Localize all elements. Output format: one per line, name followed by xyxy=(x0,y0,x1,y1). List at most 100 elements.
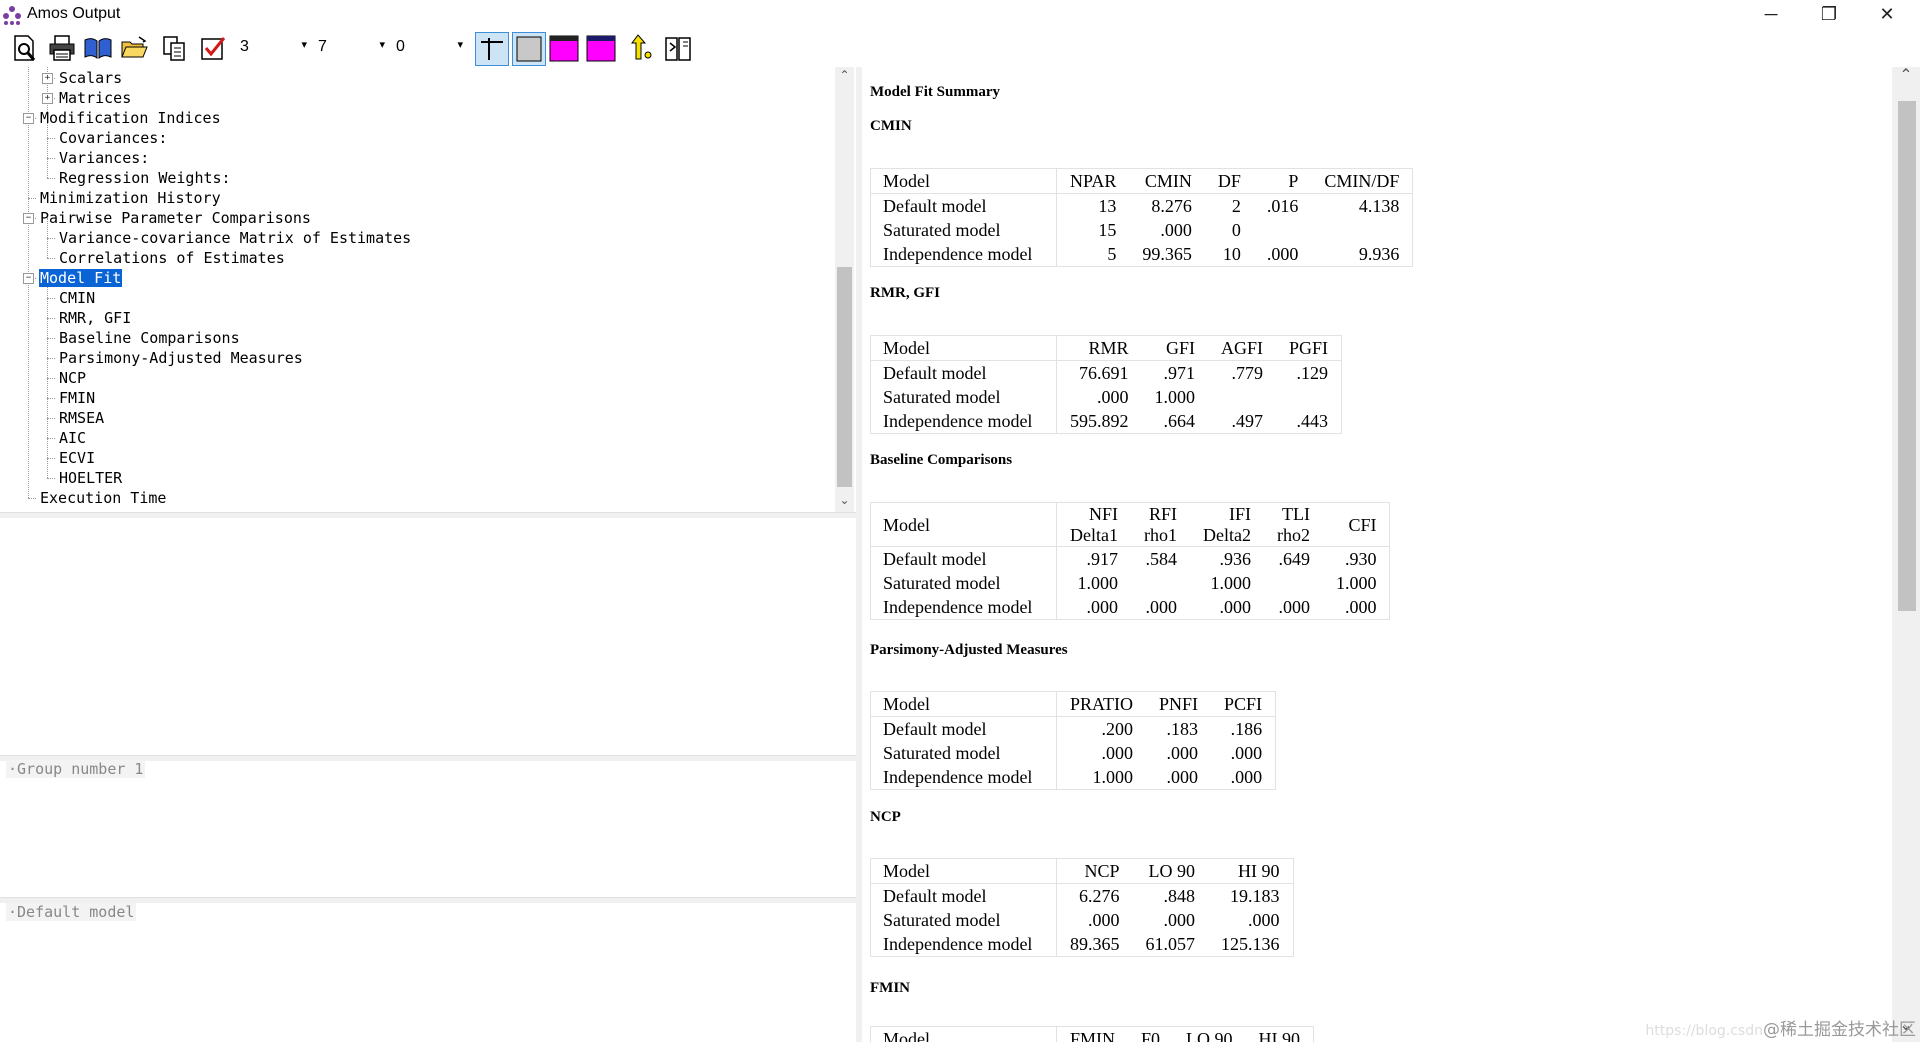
tree-item[interactable]: Correlations of Estimates xyxy=(58,248,286,268)
options-button[interactable] xyxy=(197,32,229,64)
collapse-icon[interactable]: − xyxy=(23,113,34,124)
model-name-cell: Saturated model xyxy=(870,571,1057,595)
tree-item[interactable]: Execution Time xyxy=(39,488,167,508)
value-cell: .000 xyxy=(1266,244,1299,264)
tree-item[interactable]: AIC xyxy=(58,428,87,448)
model-name-cell: Saturated model xyxy=(870,908,1057,932)
scroll-down-icon[interactable]: ⌄ xyxy=(835,492,854,509)
column-header: HI 90 xyxy=(1245,1026,1314,1042)
column-header: FMIN xyxy=(1056,1026,1129,1042)
tree-item[interactable]: Minimization History xyxy=(39,188,222,208)
tree-item[interactable]: Scalars xyxy=(58,68,123,88)
tree-item[interactable]: Covariances: xyxy=(58,128,168,148)
tree-scrollbar[interactable]: ⌃ ⌄ xyxy=(835,67,854,512)
column-header-text: P xyxy=(1288,171,1299,191)
tree-connector xyxy=(47,318,55,319)
tree-item[interactable]: RMR, GFI xyxy=(58,308,132,328)
value-cell: .000 xyxy=(1166,767,1199,787)
collapse-icon[interactable]: − xyxy=(23,273,34,284)
tree-item[interactable]: Matrices xyxy=(58,88,132,108)
tree-item[interactable]: CMIN xyxy=(58,288,96,308)
value-cell: .930 xyxy=(1344,549,1377,569)
scroll-up-icon[interactable]: ⌃ xyxy=(835,67,854,84)
column-header: DF xyxy=(1204,168,1254,194)
value-cell: .664 xyxy=(1163,411,1196,431)
fit-table: Model NPAR CMIN DF P CMIN/DF Default model 13 8.… xyxy=(870,168,1414,267)
minimize-button[interactable]: ─ xyxy=(1742,0,1800,29)
tree-item-label: Parsimony-Adjusted Measures xyxy=(59,349,303,367)
model-list-item[interactable]: ·Default model xyxy=(6,903,137,921)
value-cell: .000 xyxy=(1230,743,1263,763)
expand-icon[interactable]: + xyxy=(42,73,53,84)
model-name-cell: Independence model xyxy=(870,765,1057,790)
tree-item[interactable]: RMSEA xyxy=(58,408,105,428)
close-button[interactable]: ✕ xyxy=(1858,0,1916,29)
tree-connector xyxy=(28,198,36,199)
column-width-combo[interactable]: 7 ▾ xyxy=(314,35,388,59)
group-list-item[interactable]: ·Group number 1 xyxy=(6,760,146,778)
tree-connector xyxy=(47,258,55,259)
table-rules-icon xyxy=(481,38,503,60)
value-cell: .200 xyxy=(1101,719,1134,739)
tree-item[interactable]: NCP xyxy=(58,368,87,388)
maximize-button[interactable]: ❐ xyxy=(1800,0,1858,29)
tree-item[interactable]: Variances: xyxy=(58,148,150,168)
view-text-button[interactable] xyxy=(82,32,114,64)
table-rules-button[interactable] xyxy=(475,32,509,66)
tree-item[interactable]: Modification Indices xyxy=(39,108,222,128)
section-title: FMIN xyxy=(870,980,910,996)
tree-item[interactable]: ECVI xyxy=(58,448,96,468)
tree-scrollbar-thumb[interactable] xyxy=(837,267,852,487)
table-row: Independence model 1.000 .000 .000 xyxy=(870,765,1276,790)
tree-item[interactable]: Baseline Comparisons xyxy=(58,328,241,348)
collapse-icon[interactable]: − xyxy=(23,213,34,224)
output-tree[interactable]: Scalars + Matrices + Modification Indices − Co… xyxy=(0,67,835,512)
column-header: LO 90 xyxy=(1173,1026,1246,1042)
tree-item-label: RMR, GFI xyxy=(59,309,132,327)
value-cell: .497 xyxy=(1231,411,1264,431)
value-cell xyxy=(1131,571,1190,595)
copy-icon xyxy=(163,36,185,61)
print-button[interactable] xyxy=(46,32,78,64)
column-header: Model xyxy=(870,502,1057,547)
color-button-2[interactable] xyxy=(585,32,617,64)
tree-item[interactable]: Variance-covariance Matrix of Estimates xyxy=(58,228,412,248)
up-level-button[interactable] xyxy=(628,32,660,64)
value-cell: .000 xyxy=(1163,910,1196,930)
fit-table: Model PRATIO PNFI PCFI Default model .200 .183… xyxy=(870,691,1277,790)
pane-divider[interactable] xyxy=(0,512,856,518)
column-header-text: Model xyxy=(883,338,930,358)
title-bar: Amos Output ─ ❐ ✕ xyxy=(0,0,1920,29)
tree-item[interactable]: FMIN xyxy=(58,388,96,408)
column-header-text: LO 90 xyxy=(1148,861,1196,881)
max-columns-combo[interactable]: 0 ▾ xyxy=(392,35,466,59)
tree-item[interactable]: HOELTER xyxy=(58,468,123,488)
column-header-text: PRATIO xyxy=(1070,694,1134,714)
table-row: Default model 76.691 .971 .779 .129 xyxy=(870,360,1342,385)
tree-item[interactable]: Parsimony-Adjusted Measures xyxy=(58,348,304,368)
print-preview-icon xyxy=(14,35,36,61)
tree-item[interactable]: Pairwise Parameter Comparisons xyxy=(39,208,312,228)
decimals-combo[interactable]: 3 ▾ xyxy=(236,35,310,59)
content-scrollbar[interactable]: ⌃ ⌄ xyxy=(1892,67,1920,1042)
value-cell: 1.000 xyxy=(1077,573,1118,593)
tree-item[interactable]: Regression Weights: xyxy=(58,168,232,188)
tree-connector xyxy=(47,438,55,439)
tree-item[interactable]: Model Fit xyxy=(37,268,124,288)
scroll-up-icon[interactable]: ⌃ xyxy=(1892,67,1920,84)
tree-item-label: Model Fit xyxy=(37,268,124,288)
content-scrollbar-thumb[interactable] xyxy=(1898,101,1916,611)
tree-connector xyxy=(47,478,55,479)
table-row: Independence model 89.365 61.057 125.136 xyxy=(870,932,1294,957)
value-cell: 76.691 xyxy=(1079,363,1129,383)
color-button-1[interactable] xyxy=(548,32,580,64)
open-file-button[interactable] xyxy=(118,32,150,64)
help-button[interactable] xyxy=(662,32,694,64)
column-header-text: rho1 xyxy=(1143,525,1177,545)
copy-button[interactable] xyxy=(158,32,190,64)
print-preview-button[interactable] xyxy=(8,32,40,64)
background-color-button[interactable] xyxy=(512,32,546,66)
checkbox-icon xyxy=(201,37,226,60)
expand-icon[interactable]: + xyxy=(42,93,53,104)
fit-table: Model FMIN F0 LO 90 HI 90 xyxy=(870,1026,1315,1042)
